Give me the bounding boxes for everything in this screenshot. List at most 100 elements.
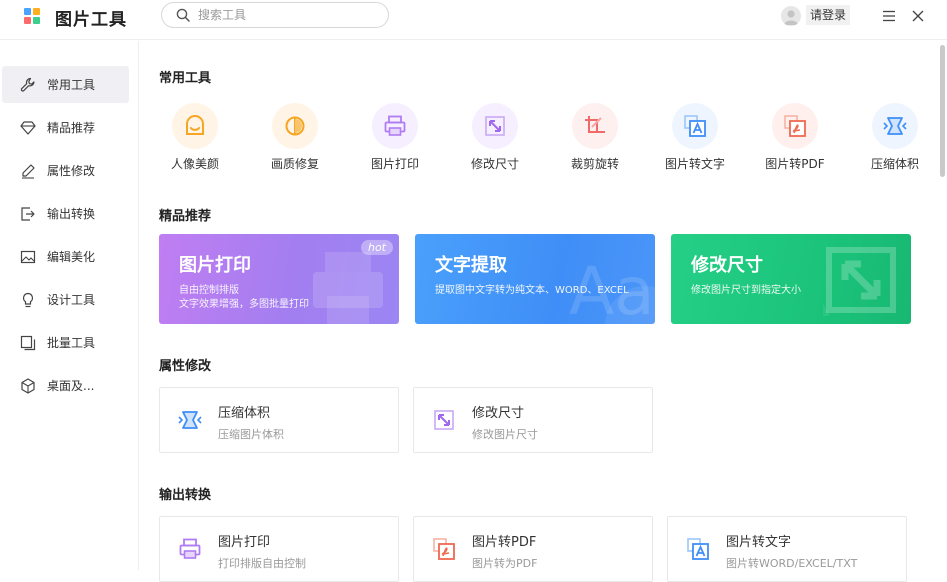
section-title-attributes: 属性修改 — [159, 359, 212, 374]
hot-badge: hot — [361, 240, 393, 255]
tool-label: 画质修复 — [270, 157, 319, 171]
card-resize[interactable]: 修改尺寸 修改图片尺寸 — [413, 387, 653, 453]
diamond-icon — [20, 121, 36, 135]
sidebar-item-label: 常用工具 — [47, 78, 96, 92]
sidebar: 常用工具 精品推荐 属性修改 输出转换 编辑美化 设计工具 批量工具 桌面及..… — [0, 41, 139, 570]
tool-print[interactable]: 图片打印 — [360, 103, 430, 173]
title-bar: 图片工具 请登录 — [0, 0, 947, 40]
image-to-pdf-icon — [784, 115, 806, 137]
compress-icon — [883, 117, 907, 135]
tool-label: 图片打印 — [370, 157, 419, 171]
card-compress[interactable]: 压缩体积 压缩图片体积 — [159, 387, 399, 453]
tool-label: 裁剪旋转 — [570, 157, 619, 171]
banner-desc: 提取图中文字转为纯文本、WORD、EXCEL — [435, 285, 629, 296]
sidebar-item-common-tools[interactable]: 常用工具 — [2, 66, 129, 103]
resize-icon — [485, 116, 505, 136]
card-subtitle: 修改图片尺寸 — [472, 428, 538, 441]
printer-icon — [313, 252, 383, 324]
tool-label: 图片转文字 — [664, 157, 725, 171]
section-title-featured: 精品推荐 — [159, 209, 212, 224]
banner-print[interactable]: hot 图片打印 自由控制排版 文字效果增强，多图批量打印 — [159, 234, 399, 324]
export-icon — [21, 207, 35, 221]
sidebar-item-label: 设计工具 — [47, 293, 96, 307]
sidebar-item-label: 批量工具 — [47, 336, 96, 350]
app-title: 图片工具 — [55, 10, 127, 30]
card-title: 图片打印 — [218, 535, 271, 550]
tool-face-beauty[interactable]: 人像美颜 — [160, 103, 230, 173]
image-to-text-icon — [687, 538, 709, 560]
resize-icon — [434, 410, 454, 430]
printer-icon — [384, 115, 406, 136]
bulb-icon — [22, 292, 34, 308]
scrollbar-thumb[interactable] — [940, 45, 945, 177]
card-print[interactable]: 图片打印 打印排版自由控制 — [159, 516, 399, 582]
card-subtitle: 图片转为PDF — [472, 557, 538, 570]
image-to-pdf-icon — [433, 538, 455, 560]
crop-rotate-icon — [585, 116, 605, 133]
card-title: 图片转文字 — [726, 535, 792, 550]
tool-label: 图片转PDF — [765, 157, 825, 171]
image-to-text-icon — [684, 115, 706, 137]
banner-text-extract[interactable]: Aa 文字提取 提取图中文字转为纯文本、WORD、EXCEL — [415, 234, 655, 324]
resize-icon — [823, 247, 896, 316]
wrench-icon — [20, 77, 35, 92]
sidebar-item-edit[interactable]: 编辑美化 — [2, 238, 129, 275]
tool-label: 人像美颜 — [170, 157, 219, 171]
sidebar-item-output[interactable]: 输出转换 — [2, 195, 129, 232]
tool-compress[interactable]: 压缩体积 — [860, 103, 930, 173]
banner-title: 修改尺寸 — [691, 255, 763, 276]
banner-title: 图片打印 — [179, 255, 251, 276]
tool-resize[interactable]: 修改尺寸 — [460, 103, 530, 173]
card-image-to-pdf[interactable]: 图片转PDF 图片转为PDF — [413, 516, 653, 582]
user-icon — [784, 10, 798, 25]
sidebar-item-batch[interactable]: 批量工具 — [2, 324, 129, 361]
banner-desc: 自由控制排版 — [179, 285, 239, 296]
sidebar-item-label: 属性修改 — [47, 164, 96, 178]
card-subtitle: 打印排版自由控制 — [218, 557, 306, 570]
avatar[interactable] — [781, 6, 801, 26]
sidebar-item-label: 编辑美化 — [47, 250, 96, 264]
cube-icon — [21, 378, 35, 394]
sidebar-item-design[interactable]: 设计工具 — [2, 281, 129, 318]
sidebar-item-attributes[interactable]: 属性修改 — [2, 152, 129, 189]
card-subtitle: 图片转WORD/EXCEL/TXT — [726, 557, 858, 570]
quality-repair-icon — [285, 116, 305, 136]
tool-image-to-pdf[interactable]: 图片转PDF — [760, 103, 830, 173]
menu-icon[interactable] — [882, 10, 896, 22]
banner-resize[interactable]: 修改尺寸 修改图片尺寸到指定大小 — [671, 234, 911, 324]
letters-icon: Aa — [569, 253, 655, 324]
card-title: 修改尺寸 — [472, 406, 525, 421]
section-title-output: 输出转换 — [159, 488, 212, 503]
sidebar-item-desktop[interactable]: 桌面及... — [2, 367, 129, 404]
search-box[interactable] — [161, 2, 389, 28]
tool-image-to-text[interactable]: 图片转文字 — [660, 103, 730, 173]
card-title: 图片转PDF — [472, 535, 537, 550]
sidebar-item-label: 输出转换 — [47, 207, 96, 221]
tool-crop-rotate[interactable]: 裁剪旋转 — [560, 103, 630, 173]
sidebar-item-label: 精品推荐 — [47, 121, 96, 135]
app-logo — [24, 8, 40, 24]
search-input[interactable] — [198, 6, 378, 24]
scrollbar[interactable] — [937, 41, 947, 570]
sidebar-item-label: 桌面及... — [47, 379, 95, 393]
card-image-to-text[interactable]: 图片转文字 图片转WORD/EXCEL/TXT — [667, 516, 907, 582]
card-title: 压缩体积 — [218, 406, 271, 421]
image-edit-icon — [20, 250, 36, 264]
login-button[interactable]: 请登录 — [806, 5, 851, 25]
face-beauty-icon — [186, 115, 204, 135]
pencil-icon — [22, 164, 35, 179]
banner-desc: 修改图片尺寸到指定大小 — [691, 285, 801, 296]
tool-label: 压缩体积 — [870, 157, 919, 171]
main-content: 常用工具 人像美颜 画质修复 图片打印 修改尺寸 裁剪旋转 图片转文字 图片转P… — [139, 41, 937, 582]
compress-icon — [178, 411, 202, 429]
banner-title: 文字提取 — [435, 255, 507, 276]
sidebar-item-featured[interactable]: 精品推荐 — [2, 109, 129, 146]
search-icon — [176, 8, 190, 22]
banner-desc: 文字效果增强，多图批量打印 — [179, 299, 309, 310]
tool-label: 修改尺寸 — [470, 157, 519, 171]
card-subtitle: 压缩图片体积 — [218, 428, 284, 441]
tool-quality-repair[interactable]: 画质修复 — [260, 103, 330, 173]
close-icon[interactable] — [912, 10, 924, 22]
printer-icon — [179, 538, 201, 559]
section-title-common: 常用工具 — [159, 71, 212, 86]
